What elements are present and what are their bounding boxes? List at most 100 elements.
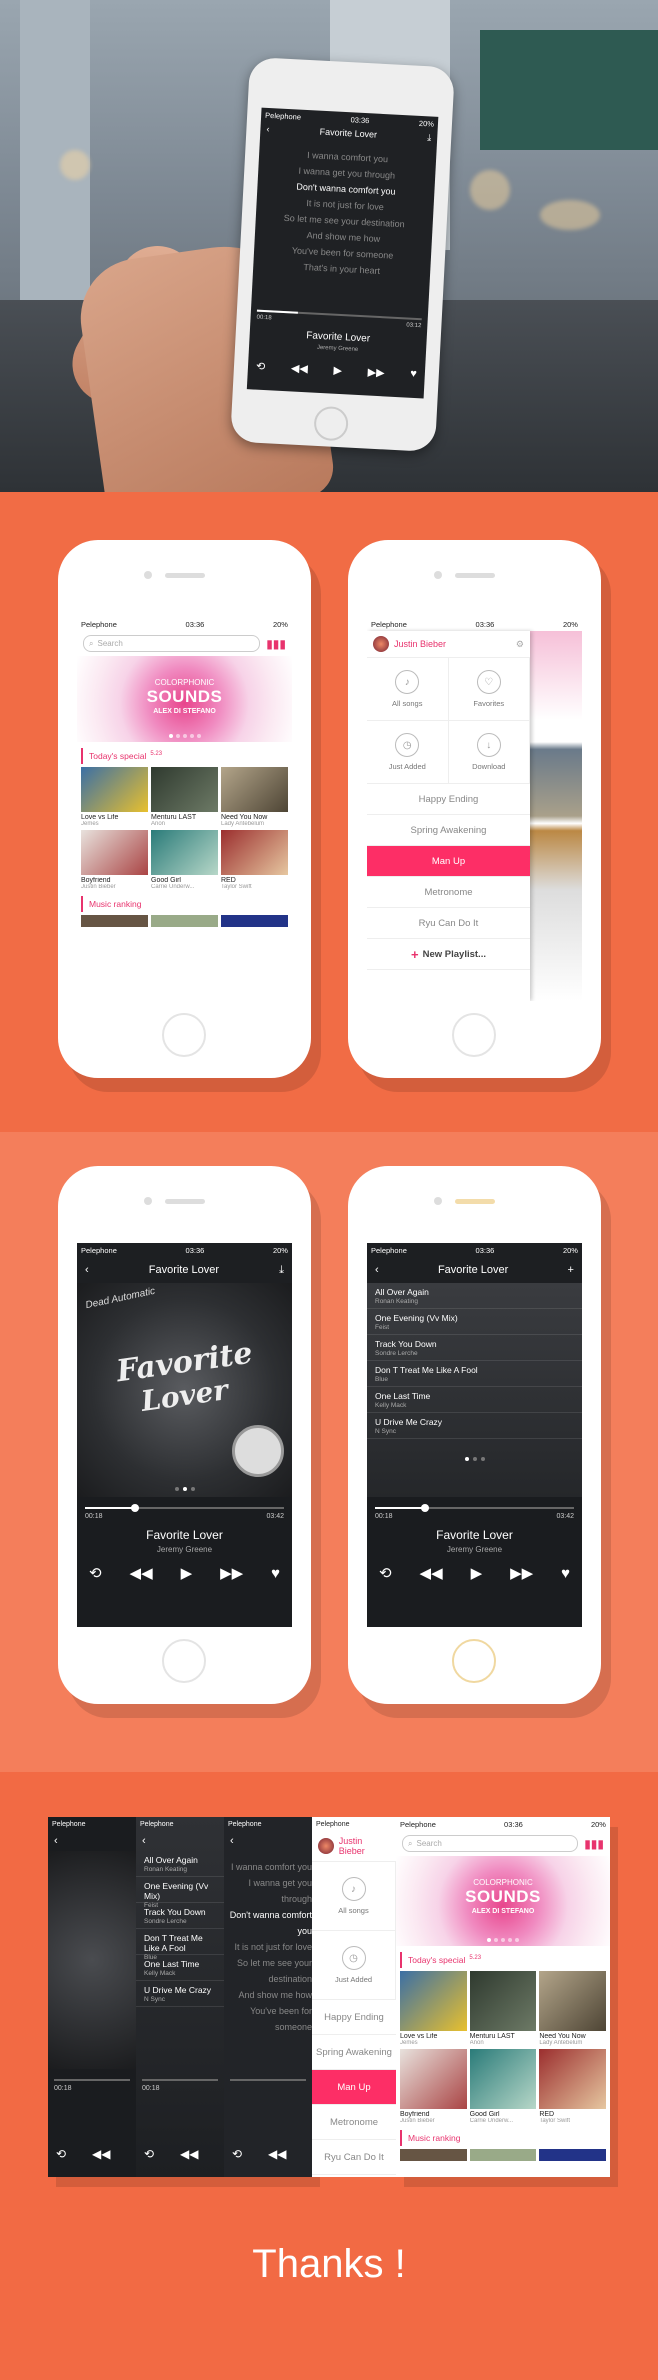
album-tile[interactable]: Love vs Life Jemes xyxy=(400,1971,467,2046)
banner-pager[interactable] xyxy=(77,734,292,738)
rewind-icon[interactable]: ◀◀ xyxy=(180,2147,198,2161)
back-icon[interactable]: ‹ xyxy=(230,1835,234,1847)
search-input[interactable]: ⌕ Search xyxy=(83,635,261,652)
ranking-strip[interactable] xyxy=(396,2149,610,2161)
drawer-just-added[interactable]: ◷ Just Added xyxy=(312,1931,396,2000)
play-icon[interactable]: ▶ xyxy=(471,1564,483,1582)
rewind-icon[interactable]: ◀◀ xyxy=(130,1564,153,1582)
pager[interactable] xyxy=(367,1439,582,1461)
drawer-favorites[interactable]: ♡ Favorites xyxy=(448,658,530,721)
home-button[interactable] xyxy=(162,1013,206,1057)
download-icon[interactable]: ⤓ xyxy=(279,1264,284,1277)
list-item[interactable]: One Last Time Kelly Mack xyxy=(367,1387,582,1413)
banner-pager[interactable] xyxy=(396,1938,610,1942)
home-preview[interactable] xyxy=(530,631,582,1001)
repeat-icon[interactable]: ⟲ xyxy=(89,1564,102,1582)
list-item[interactable]: Track You Down Sondre Lerche xyxy=(367,1335,582,1361)
list-item[interactable]: U Drive Me Crazy N Sync xyxy=(136,1981,224,2007)
album-tile[interactable]: Good Girl Carrie Underw... xyxy=(469,2049,537,2124)
album-tile[interactable]: Need You Now Lady Antebelum xyxy=(539,1971,606,2046)
equalizer-icon[interactable]: ▮▮▮ xyxy=(584,1837,604,1851)
plus-icon[interactable]: + xyxy=(568,1264,574,1276)
album-tile[interactable]: Need You Now Lady Antebelum xyxy=(221,767,288,827)
list-item[interactable]: All Over Again Ronan Keating xyxy=(367,1283,582,1309)
heart-icon[interactable]: ♥ xyxy=(271,1565,280,1582)
playlist-item[interactable]: Ryu Can Do It xyxy=(367,908,530,939)
banner[interactable]: COLORPHONIC SOUNDS ALEX DI STEFANO xyxy=(77,656,292,742)
home-button[interactable] xyxy=(452,1013,496,1057)
album-tile[interactable]: Love vs Life Jemes xyxy=(81,767,148,827)
playlist-item[interactable]: Happy Ending xyxy=(312,2000,396,2035)
play-icon[interactable]: ▶ xyxy=(181,1564,193,1582)
back-icon[interactable]: ‹ xyxy=(266,124,270,135)
list-item[interactable]: Track You Down Sondre Lerche xyxy=(136,1903,224,1929)
playlist-item[interactable]: Spring Awakening xyxy=(312,2035,396,2070)
list-item[interactable]: Don T Treat Me Like A Fool Blue xyxy=(136,1929,224,1961)
playlist-item[interactable]: Metronome xyxy=(367,877,530,908)
rewind-icon[interactable]: ◀◀ xyxy=(268,2147,286,2161)
playlist-item[interactable]: Spring Awakening xyxy=(367,815,530,846)
progress-knob[interactable] xyxy=(420,1504,429,1512)
album-tile[interactable]: RED Taylor Swift xyxy=(539,2049,606,2124)
back-icon[interactable]: ‹ xyxy=(375,1264,379,1276)
album-cover[interactable]: Dead Automatic Favorite Lover xyxy=(77,1283,292,1497)
ranking-strip[interactable] xyxy=(77,915,292,927)
equalizer-icon[interactable]: ▮▮▮ xyxy=(266,637,286,651)
album-tile[interactable]: Menturu LAST Anon xyxy=(151,767,218,827)
repeat-icon[interactable]: ⟲ xyxy=(144,2147,154,2161)
back-icon[interactable]: ‹ xyxy=(54,1835,58,1847)
list-item[interactable]: Don T Treat Me Like A Fool Blue xyxy=(367,1361,582,1387)
list-item[interactable]: One Last Time Kelly Mack xyxy=(136,1955,224,1981)
heart-icon[interactable]: ♥ xyxy=(561,1565,570,1582)
rewind-icon[interactable]: ◀◀ xyxy=(291,361,309,375)
rewind-icon[interactable]: ◀◀ xyxy=(92,2147,110,2161)
progress-bar[interactable] xyxy=(142,2079,218,2081)
repeat-icon[interactable]: ⟲ xyxy=(56,2147,66,2161)
list-item[interactable]: All Over Again Ronan Keating xyxy=(136,1851,224,1877)
play-icon[interactable]: ▶ xyxy=(333,364,342,377)
new-playlist-button[interactable]: +New Playlist... xyxy=(312,2175,396,2177)
progress-bar[interactable] xyxy=(85,1504,284,1512)
search-input[interactable]: ⌕ Search xyxy=(402,1835,579,1852)
album-tile[interactable]: Boyfriend Justin Bieber xyxy=(81,830,148,890)
drawer-all-songs[interactable]: ♪ All songs xyxy=(312,1862,396,1931)
album-tile[interactable]: Good Girl Carrie Underw... xyxy=(151,830,218,890)
heart-icon[interactable]: ♥ xyxy=(410,368,417,381)
avatar[interactable] xyxy=(318,1838,334,1854)
playlist-item[interactable]: Metronome xyxy=(312,2105,396,2140)
list-item[interactable]: U Drive Me Crazy N Sync xyxy=(367,1413,582,1439)
playlist-item[interactable]: Happy Ending xyxy=(367,784,530,815)
album-cover[interactable] xyxy=(48,1851,136,2069)
forward-icon[interactable]: ▶▶ xyxy=(510,1564,533,1582)
playlist-item[interactable]: Ryu Can Do It xyxy=(312,2140,396,2175)
forward-icon[interactable]: ▶▶ xyxy=(367,365,385,379)
home-button[interactable] xyxy=(162,1639,206,1683)
progress-bar[interactable] xyxy=(230,2079,306,2081)
avatar[interactable] xyxy=(373,636,389,652)
progress-bar[interactable] xyxy=(54,2079,130,2081)
drawer-all-songs[interactable]: ♪ All songs xyxy=(367,658,449,721)
home-button[interactable] xyxy=(313,405,349,442)
album-tile[interactable]: Menturu LAST Anon xyxy=(469,1971,537,2046)
back-icon[interactable]: ‹ xyxy=(85,1264,89,1276)
progress-knob[interactable] xyxy=(130,1504,139,1512)
drawer-download[interactable]: ↓ Download xyxy=(448,721,530,784)
banner[interactable]: COLORPHONIC SOUNDS ALEX DI STEFANO xyxy=(396,1856,610,1946)
repeat-icon[interactable]: ⟲ xyxy=(256,360,266,373)
new-playlist-button[interactable]: +New Playlist... xyxy=(367,939,530,970)
album-tile[interactable]: Boyfriend Justin Bieber xyxy=(400,2049,467,2124)
back-icon[interactable]: ‹ xyxy=(142,1835,146,1847)
album-tile[interactable]: RED Taylor Swift xyxy=(221,830,288,890)
playlist-item-active[interactable]: Man Up xyxy=(312,2070,396,2105)
drawer-just-added[interactable]: ◷ Just Added xyxy=(367,721,449,784)
playlist-item-active[interactable]: Man Up xyxy=(367,846,530,877)
pager[interactable] xyxy=(77,1487,292,1491)
repeat-icon[interactable]: ⟲ xyxy=(379,1564,392,1582)
forward-icon[interactable]: ▶▶ xyxy=(220,1564,243,1582)
progress-bar[interactable] xyxy=(375,1504,574,1512)
list-item[interactable]: One Evening (Vv Mix) Feist xyxy=(136,1877,224,1909)
repeat-icon[interactable]: ⟲ xyxy=(232,2147,242,2161)
gear-icon[interactable]: ⚙ xyxy=(516,639,524,650)
download-icon[interactable]: ⤓ xyxy=(427,132,432,143)
home-button[interactable] xyxy=(452,1639,496,1683)
